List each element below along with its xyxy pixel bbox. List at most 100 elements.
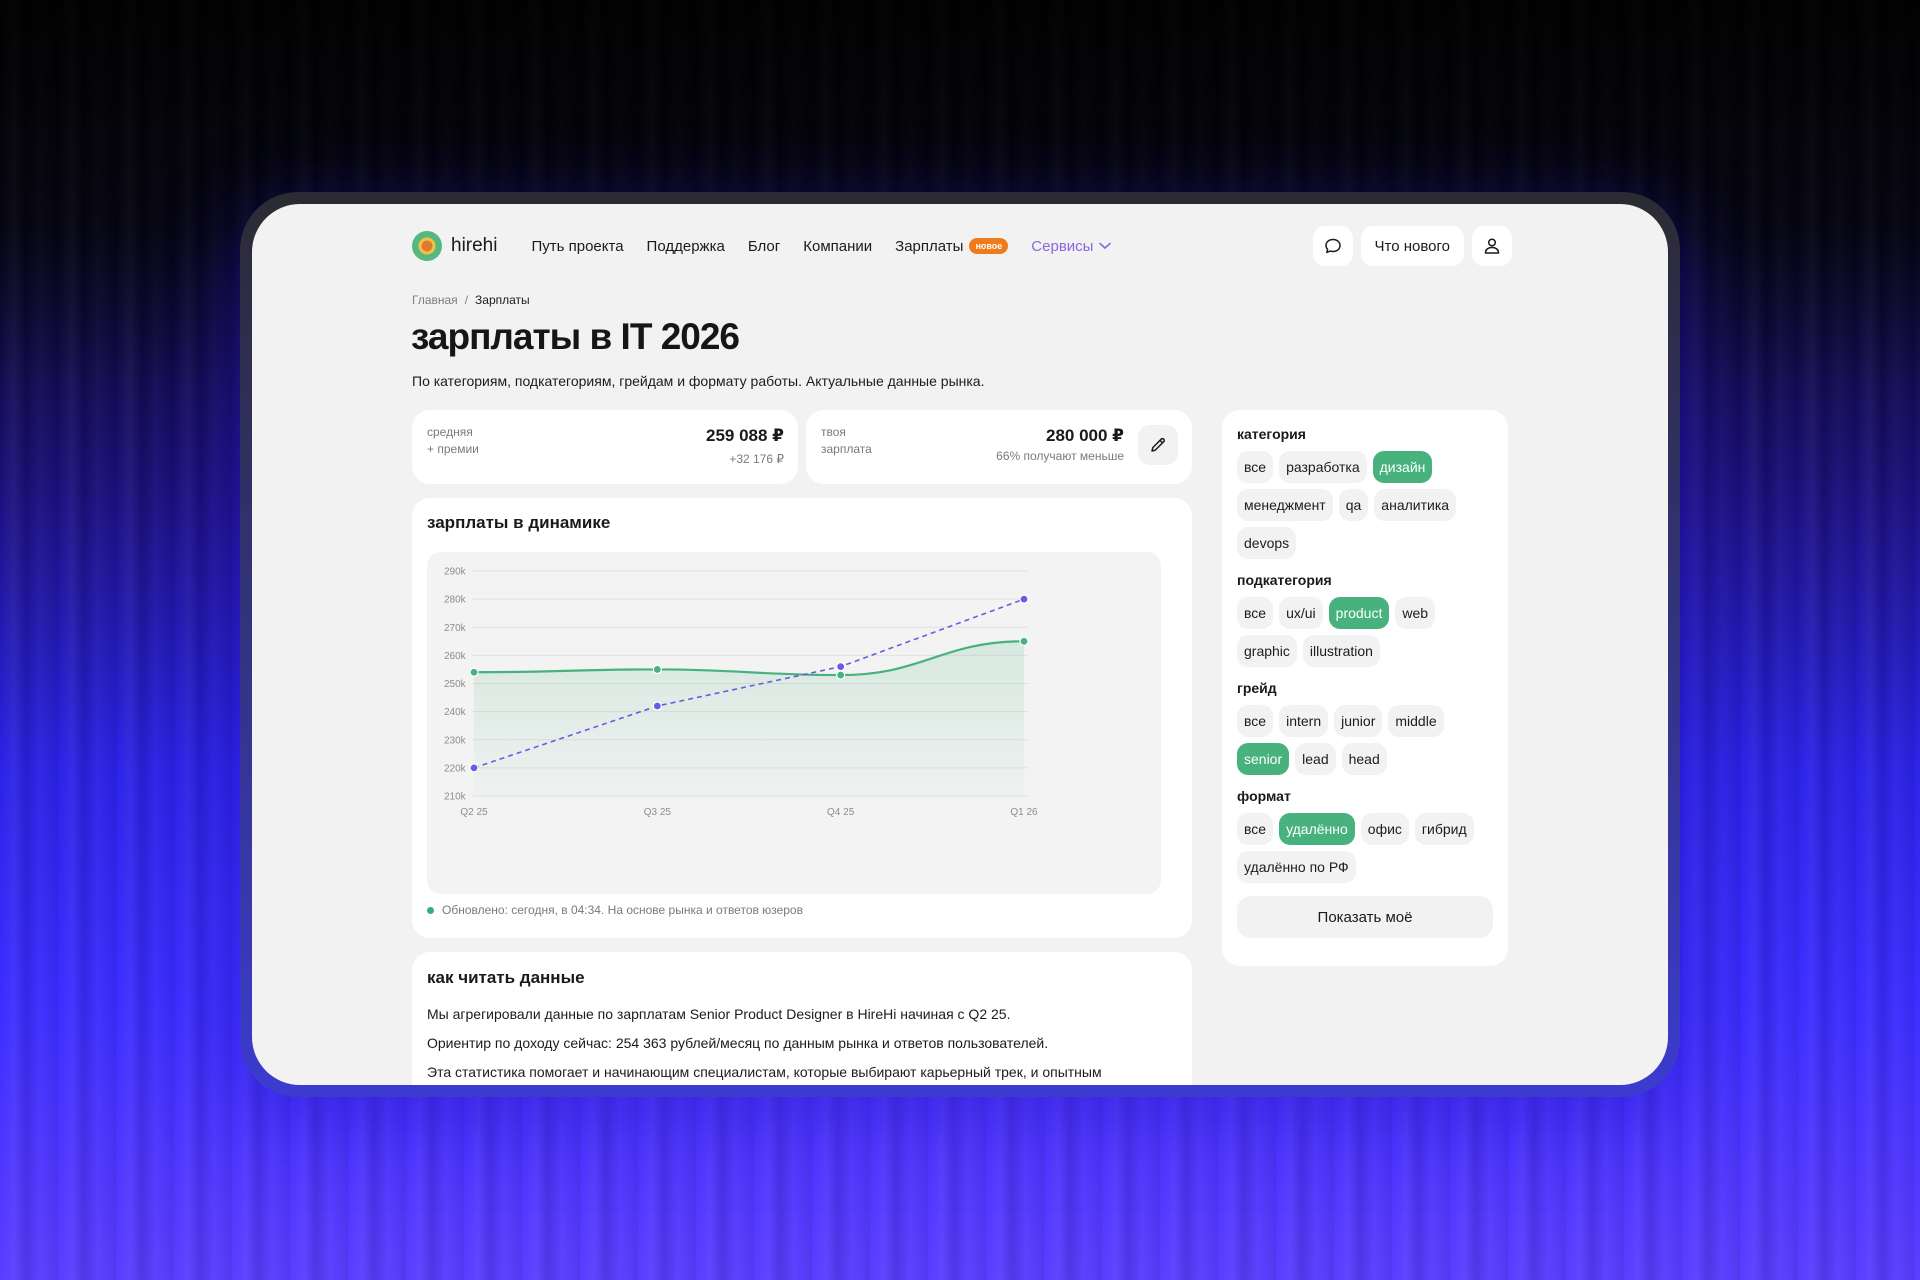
filter-chip[interactable]: все <box>1237 597 1274 629</box>
filters-panel: категория все разработка дизайн менеджмент qa… <box>1222 410 1508 966</box>
y-tick-label: 270k <box>444 623 467 634</box>
salary-dynamics-card: зарплаты в динамике 290k 280k 270k 260k 250k… <box>412 498 1192 938</box>
nav-link-salaries[interactable]: Зарплаты новое <box>895 237 1009 255</box>
data-point <box>836 670 846 680</box>
x-tick-label: Q1 26 <box>1010 807 1038 818</box>
status-dot-icon <box>427 906 434 914</box>
logo-text: hirehi <box>451 235 498 256</box>
data-point <box>652 701 662 711</box>
filter-chip[interactable]: удалённо по РФ <box>1237 851 1356 883</box>
data-point <box>1019 636 1029 646</box>
salary-line-chart: 290k 280k 270k 260k 250k 240k 230k 220k 210k Q2 2… <box>444 567 1038 819</box>
nav-link-blog[interactable]: Блог <box>748 238 780 255</box>
filter-chip[interactable]: middle <box>1388 705 1444 737</box>
average-salary-value: 259 088 ₽ <box>705 426 784 445</box>
filter-chip[interactable]: junior <box>1334 705 1383 737</box>
your-salary-percentile: 66% получают меньше <box>996 449 1124 463</box>
page-subtitle: По категориям, подкатегориям, грейдам и … <box>412 373 985 389</box>
y-tick-label: 250k <box>444 679 467 690</box>
device-frame: hirehi Путь проекта Поддержка Блог Компа… <box>240 192 1680 1097</box>
filter-chip[interactable]: qa <box>1338 489 1369 521</box>
whats-new-button[interactable]: Что нового <box>1360 226 1464 266</box>
chat-button[interactable] <box>1312 226 1353 266</box>
filter-chip[interactable]: дизайн <box>1372 451 1433 483</box>
logo[interactable]: hirehi <box>412 231 497 261</box>
read-line-1: Мы агрегировали данные по зарплатам Seni… <box>427 1006 1011 1022</box>
y-tick-label: 260k <box>444 651 467 662</box>
breadcrumb-current: Зарплаты <box>475 293 530 307</box>
breadcrumb: Главная / Зарплаты <box>412 293 530 307</box>
data-point <box>1019 594 1029 604</box>
filter-chip[interactable]: ux/ui <box>1279 597 1323 629</box>
filter-chip[interactable]: удалённо <box>1279 813 1355 845</box>
filter-chip[interactable]: разработка <box>1279 451 1367 483</box>
filter-chips-grade: все intern junior middle senior lead head <box>1237 705 1493 775</box>
breadcrumb-home[interactable]: Главная <box>412 293 458 307</box>
page-title: зарплаты в IT 2026 <box>411 316 740 357</box>
data-point <box>652 664 662 675</box>
how-to-read-title: как читать данные <box>427 968 585 987</box>
filter-chip[interactable]: офис <box>1360 813 1409 845</box>
nav-links: Путь проекта Поддержка Блог Компании Зар… <box>531 237 1112 255</box>
filter-chips-category: все разработка дизайн менеджмент qa аналитика… <box>1237 451 1493 559</box>
show-mine-button[interactable]: Показать моё <box>1237 896 1493 938</box>
read-line-2: Ориентир по доходу сейчас: 254 363 рубле… <box>427 1035 1049 1051</box>
y-tick-label: 210k <box>444 792 467 803</box>
user-icon <box>1484 238 1500 254</box>
filter-chip[interactable]: гибрид <box>1414 813 1474 845</box>
your-salary-value: 280 000 ₽ <box>1045 426 1124 445</box>
x-tick-label: Q2 25 <box>460 807 488 818</box>
filter-chip[interactable]: devops <box>1237 527 1297 559</box>
edit-salary-button[interactable] <box>1138 425 1178 465</box>
your-salary-card: твоя зарплата 280 000 ₽ 66% получают мен… <box>806 410 1192 484</box>
y-tick-label: 230k <box>444 735 467 746</box>
y-tick-label: 290k <box>444 567 467 578</box>
filter-chip[interactable]: graphic <box>1237 635 1297 667</box>
nav-services-dropdown[interactable]: Сервисы <box>1031 237 1112 255</box>
filter-chip[interactable]: аналитика <box>1374 489 1457 521</box>
nav-link-salaries-label: Зарплаты <box>895 237 964 255</box>
filter-label-grade: грейд <box>1237 680 1277 696</box>
x-tick-label: Q4 25 <box>827 807 855 818</box>
read-line-3: Эта статистика помогает и начинающим спе… <box>427 1064 1102 1080</box>
filter-chip[interactable]: product <box>1328 597 1390 629</box>
filter-chip[interactable]: все <box>1237 451 1274 483</box>
filter-chip[interactable]: все <box>1237 705 1274 737</box>
update-status-text: Обновлено: сегодня, в 04:34. На основе р… <box>442 903 803 917</box>
data-point <box>469 763 479 773</box>
nav-services-label: Сервисы <box>1031 237 1094 255</box>
profile-button[interactable] <box>1472 226 1512 266</box>
filter-chip[interactable]: lead <box>1295 743 1336 775</box>
y-tick-label: 280k <box>444 595 467 606</box>
nav-link-project-path[interactable]: Путь проекта <box>531 238 623 255</box>
pencil-icon <box>1151 437 1165 452</box>
average-salary-card: средняя + премии 259 088 ₽ +32 176 ₽ <box>412 410 798 484</box>
x-tick-label: Q3 25 <box>644 807 672 818</box>
nav-link-companies[interactable]: Компании <box>803 238 872 255</box>
y-tick-label: 220k <box>444 763 467 774</box>
filter-chip[interactable]: web <box>1395 597 1436 629</box>
filter-chips-format: все удалённо офис гибрид удалённо по РФ <box>1237 813 1493 883</box>
average-bonus-value: +32 176 ₽ <box>729 452 784 466</box>
filter-chip[interactable]: intern <box>1279 705 1329 737</box>
nav-link-support[interactable]: Поддержка <box>647 238 725 255</box>
chat-icon <box>1324 238 1341 254</box>
how-to-read-card: как читать данные Мы агрегировали данные… <box>412 952 1192 1085</box>
filter-chip[interactable]: все <box>1237 813 1274 845</box>
filter-chip[interactable]: senior <box>1237 743 1290 775</box>
logo-icon <box>412 231 442 261</box>
filter-chip[interactable]: менеджмент <box>1237 489 1333 521</box>
chart-area: 290k 280k 270k 260k 250k 240k 230k 220k 210k Q2 2… <box>427 552 1161 894</box>
y-tick-label: 240k <box>444 707 467 718</box>
nav-actions: Что нового <box>1312 226 1512 266</box>
update-status: Обновлено: сегодня, в 04:34. На основе р… <box>427 903 803 917</box>
series-area <box>474 641 1024 796</box>
filter-label-category: категория <box>1237 426 1306 442</box>
breadcrumb-separator: / <box>464 293 469 307</box>
filter-chip[interactable]: illustration <box>1302 635 1380 667</box>
filter-label-subcategory: подкатегория <box>1237 572 1332 588</box>
filter-chips-subcategory: все ux/ui product web graphic illustration <box>1237 597 1493 667</box>
filter-groups: категория все разработка дизайн менеджмент qa… <box>1237 426 1493 883</box>
filter-chip[interactable]: head <box>1341 743 1387 775</box>
data-point <box>469 667 479 677</box>
